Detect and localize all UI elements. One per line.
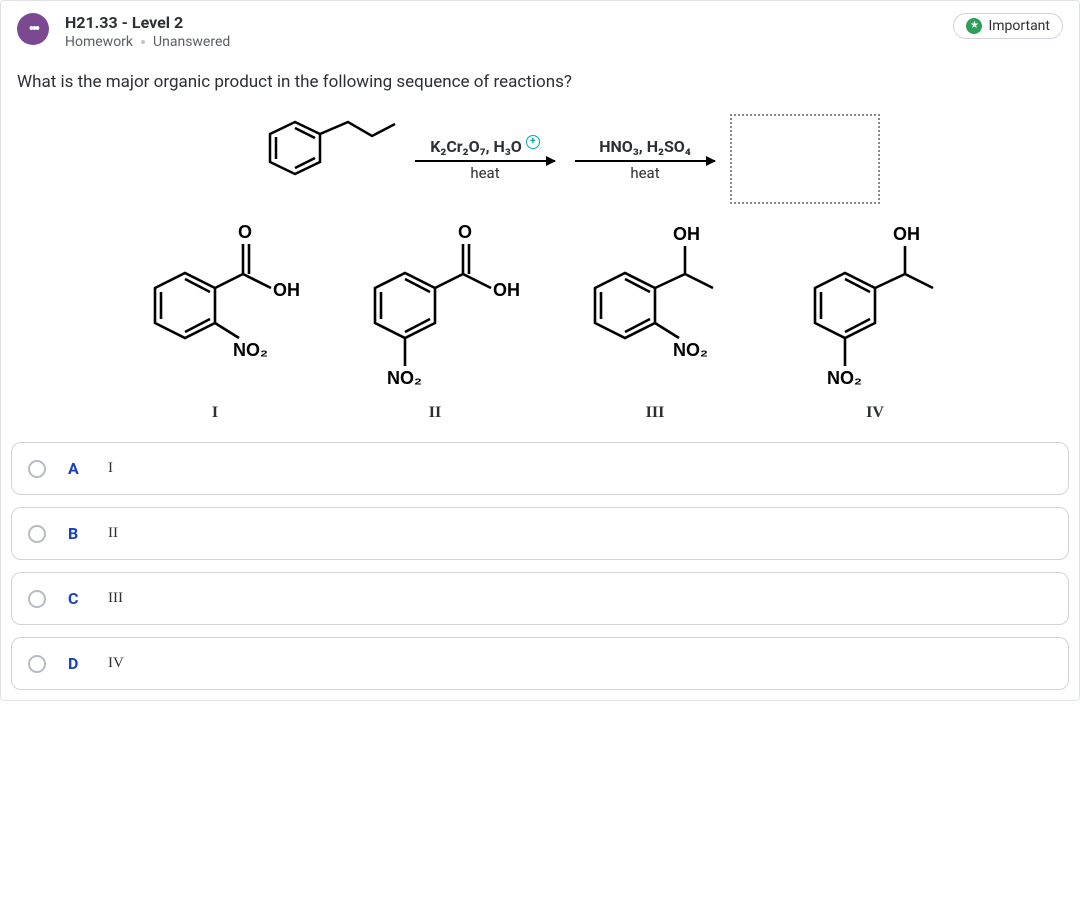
step2-reagents: HNO₃, H₂SO₄ xyxy=(599,137,691,156)
reaction-scheme: K₂Cr₂O₇, H₃O + heat HNO₃, H₂SO₄ heat xyxy=(240,114,880,204)
answer-text: II xyxy=(108,525,118,542)
answer-option-b[interactable]: B II xyxy=(11,507,1069,560)
structure-3-label: III xyxy=(646,404,665,422)
arrow-icon xyxy=(415,160,555,162)
question-header: ••• H21.33 - Level 2 Homework Unanswered… xyxy=(1,1,1079,58)
structure-option-2: O OH NO₂ II xyxy=(335,208,535,422)
structure-option-3: OH NO₂ III xyxy=(555,208,755,422)
product-placeholder-box xyxy=(730,114,880,204)
question-card: ••• H21.33 - Level 2 Homework Unanswered… xyxy=(0,0,1080,701)
separator-dot-icon xyxy=(141,40,145,44)
radio-icon[interactable] xyxy=(28,525,46,543)
label-O: O xyxy=(458,222,472,242)
label-NO2: NO₂ xyxy=(387,368,422,388)
important-label: Important xyxy=(988,18,1050,34)
step1-reagents: K₂Cr₂O₇, H₃O + xyxy=(430,137,540,156)
structure-3-svg: OH NO₂ xyxy=(555,208,755,398)
answer-option-c[interactable]: C III xyxy=(11,572,1069,625)
figure-area: K₂Cr₂O₇, H₃O + heat HNO₃, H₂SO₄ heat xyxy=(1,108,1079,434)
reaction-step-2: HNO₃, H₂SO₄ heat xyxy=(570,137,720,182)
radio-icon[interactable] xyxy=(28,655,46,673)
structure-2-label: II xyxy=(429,404,441,422)
star-icon xyxy=(966,18,982,34)
category-label: Homework xyxy=(65,34,133,50)
step1-conditions: heat xyxy=(470,164,499,182)
answer-option-d[interactable]: D IV xyxy=(11,637,1069,690)
plus-superscript-icon: + xyxy=(526,135,540,149)
answer-list: A I B II C III D IV xyxy=(1,434,1079,690)
answer-text: III xyxy=(108,590,123,607)
step2-conditions: heat xyxy=(630,164,659,182)
question-title: H21.33 - Level 2 xyxy=(65,13,953,32)
radio-icon[interactable] xyxy=(28,460,46,478)
structure-option-4: OH NO₂ IV xyxy=(775,208,975,422)
label-OH: OH xyxy=(273,280,300,300)
label-OH: OH xyxy=(673,224,700,244)
structure-2-svg: O OH NO₂ xyxy=(335,208,535,398)
label-NO2: NO₂ xyxy=(827,368,862,388)
answer-option-a[interactable]: A I xyxy=(11,442,1069,495)
answer-letter: D xyxy=(68,654,86,673)
structure-1-svg: O OH NO₂ xyxy=(115,208,315,398)
structure-4-svg: OH NO₂ xyxy=(775,208,975,398)
answer-letter: B xyxy=(68,524,86,543)
structure-options: O OH NO₂ I xyxy=(115,208,975,422)
radio-icon[interactable] xyxy=(28,590,46,608)
label-NO2: NO₂ xyxy=(233,340,268,360)
header-text: H21.33 - Level 2 Homework Unanswered xyxy=(65,13,953,50)
reaction-step-1: K₂Cr₂O₇, H₃O + heat xyxy=(410,137,560,182)
important-badge[interactable]: Important xyxy=(953,13,1063,39)
structure-start xyxy=(240,114,400,204)
label-OH: OH xyxy=(493,280,520,300)
structure-1-label: I xyxy=(212,404,218,422)
label-OH: OH xyxy=(893,224,920,244)
label-O: O xyxy=(238,222,252,242)
arrow-icon xyxy=(575,160,715,162)
structure-option-1: O OH NO₂ I xyxy=(115,208,315,422)
status-label: Unanswered xyxy=(153,34,230,50)
label-NO2: NO₂ xyxy=(673,340,708,360)
step1-top-text: K₂Cr₂O₇, H₃O xyxy=(430,137,522,156)
answer-text: I xyxy=(108,460,113,477)
answer-letter: C xyxy=(68,589,86,608)
question-text: What is the major organic product in the… xyxy=(1,58,1079,108)
avatar-icon: ••• xyxy=(17,13,49,45)
answer-text: IV xyxy=(108,655,124,672)
question-subrow: Homework Unanswered xyxy=(65,34,953,50)
structure-4-label: IV xyxy=(866,404,884,422)
answer-letter: A xyxy=(68,459,86,478)
